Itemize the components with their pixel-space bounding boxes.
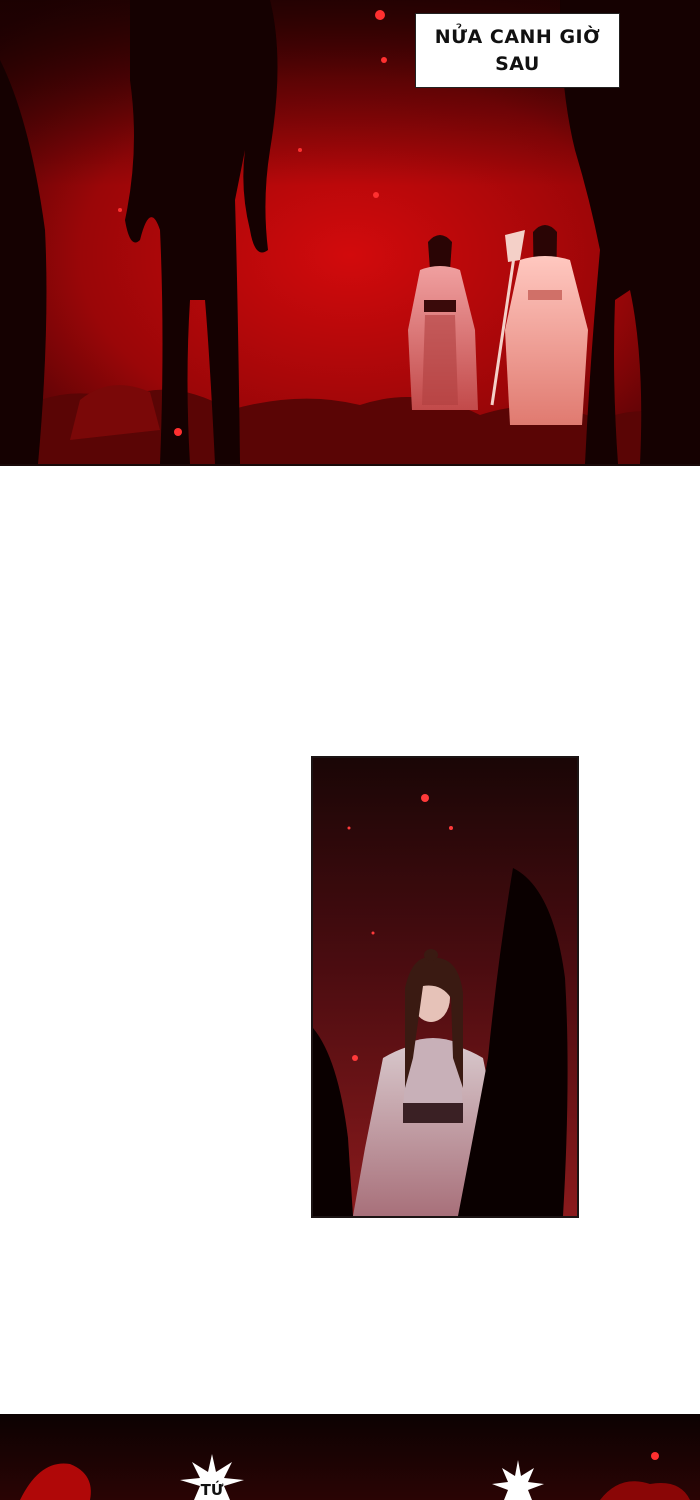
bottom-panel-art (0, 1414, 700, 1500)
middle-panel (311, 756, 579, 1218)
time-caption-text: NỬA CANH GIỜ SAU (434, 25, 601, 75)
middle-panel-art (313, 758, 577, 1216)
time-caption-box: NỬA CANH GIỜ SAU (415, 13, 620, 88)
burst-text: TỨ (200, 1481, 224, 1499)
bottom-panel (0, 1414, 700, 1500)
ember (651, 1452, 659, 1460)
top-panel: NỬA CANH GIỜ SAU (0, 0, 700, 466)
